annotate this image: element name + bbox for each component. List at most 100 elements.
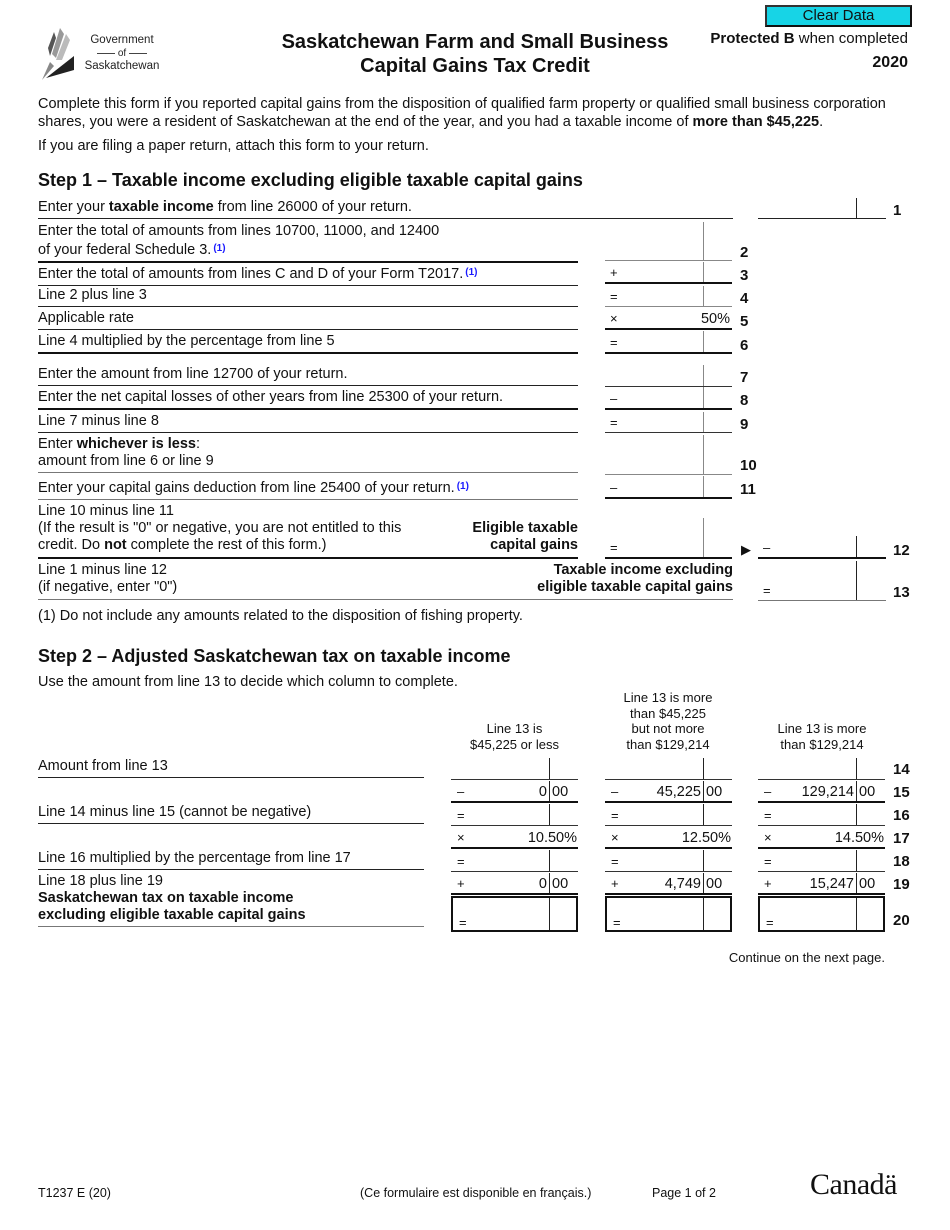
cents-amount: 00	[859, 876, 876, 892]
line9-output: =	[605, 412, 732, 433]
line16-col1-cell: =	[451, 804, 578, 826]
col2-hdr-line: but not more	[631, 721, 705, 736]
cents-amount: 00	[552, 784, 569, 800]
line18-col1-cell: =	[451, 850, 578, 872]
page-number: Page 1 of 2	[652, 1186, 716, 1200]
operator: ×	[611, 830, 619, 845]
clear-data-button[interactable]: Clear Data	[765, 5, 912, 27]
line15-col2-cell: – 45,225 00	[605, 781, 732, 803]
line10-bold: whichever is less	[76, 436, 196, 452]
cents-divider	[703, 804, 704, 825]
line3-text: Enter the total of amounts from lines C …	[38, 266, 464, 282]
line-number-4: 4	[740, 290, 749, 307]
line12-transfer: –	[758, 536, 886, 559]
line14-col2-input[interactable]	[605, 758, 732, 780]
operator: +	[611, 876, 619, 891]
line3-input[interactable]: +	[605, 262, 732, 284]
line2-text1: Enter the total of amounts from lines 10…	[38, 223, 440, 239]
line-number-20: 20	[893, 912, 910, 929]
cents-divider	[856, 873, 857, 893]
government-of-saskatchewan-logo: Government of Saskatchewan	[40, 26, 170, 80]
line2-input[interactable]	[605, 222, 732, 261]
line12-text3-bold: not	[104, 537, 127, 553]
line-number-2: 2	[740, 244, 749, 261]
equals-operator: =	[610, 289, 618, 304]
rate-value: 10.50%	[527, 830, 577, 846]
rate-value: 14.50%	[834, 830, 884, 846]
line17-col3-cell: × 14.50%	[758, 827, 885, 849]
dollar-amount: 0	[538, 876, 547, 892]
line1-input[interactable]	[758, 198, 886, 219]
line16-col3-cell: =	[758, 804, 885, 826]
cents-divider	[549, 850, 550, 871]
eligible-taxable-capital-gains-label: Eligible taxable capital gains	[472, 520, 578, 554]
line19-label: Line 18 plus line 19	[38, 873, 163, 889]
side-label-1: Taxable income excluding	[553, 562, 733, 578]
cents-divider	[703, 898, 704, 930]
line-number-9: 9	[740, 416, 749, 433]
line13-output: =	[758, 561, 886, 601]
line20-col1-cell: =	[451, 896, 578, 932]
side-label-2: capital gains	[490, 537, 578, 553]
tax-year: 2020	[872, 54, 908, 71]
footnote-ref[interactable]: (1)	[465, 267, 477, 278]
line-number-16: 16	[893, 807, 910, 824]
line18-col3-cell: =	[758, 850, 885, 872]
cents-amount: 00	[706, 784, 723, 800]
cents-divider	[549, 898, 550, 930]
line16-col2-cell: =	[605, 804, 732, 826]
cents-divider	[549, 804, 550, 825]
line2-text2: of your federal Schedule 3.	[38, 242, 212, 258]
line5-rate: × 50%	[605, 310, 732, 330]
minus-operator: –	[610, 391, 618, 406]
intro-income-threshold: more than $45,225	[692, 114, 820, 130]
dollar-amount: 15,247	[809, 876, 854, 892]
column-header-3: Line 13 is more than $129,214	[758, 721, 886, 752]
line12-label: Line 10 minus line 11 (If the result is …	[38, 503, 578, 559]
line14-col1-input[interactable]	[451, 758, 578, 780]
operator: –	[457, 784, 465, 799]
cents-divider	[703, 873, 704, 893]
form-title-line1: Saskatchewan Farm and Small Business	[281, 31, 669, 53]
arrow-right-icon: ▶	[741, 542, 751, 557]
cents-amount: 00	[552, 876, 569, 892]
line16-label: Line 14 minus line 15 (cannot be negativ…	[38, 804, 424, 824]
cents-amount: 00	[859, 784, 876, 800]
operator: +	[457, 876, 465, 891]
dollar-amount: 45,225	[656, 784, 701, 800]
line5-label: Applicable rate	[38, 310, 578, 330]
line17-col1-cell: × 10.50%	[451, 827, 578, 849]
operator: =	[613, 915, 621, 930]
line-number-6: 6	[740, 337, 749, 354]
step1-heading: Step 1 – Taxable income excluding eligib…	[38, 170, 583, 190]
minus-operator: –	[610, 480, 618, 495]
column-header-1: Line 13 is $45,225 or less	[451, 721, 578, 752]
intro-paragraph: Complete this form if you reported capit…	[38, 95, 918, 131]
line19-col3-cell: +15,247 00	[758, 873, 885, 895]
canada-wordmark: Canadä	[810, 1168, 897, 1201]
line10-post: :	[195, 436, 201, 452]
operator: =	[764, 854, 772, 869]
line18-label: Line 16 multiplied by the percentage fro…	[38, 850, 424, 870]
operator: =	[766, 915, 774, 930]
applicable-rate-value: 50%	[700, 311, 730, 327]
line11-input[interactable]: –	[605, 476, 732, 499]
col3-hdr-line: Line 13 is more	[777, 721, 867, 736]
protected-b-notice: Protected B when completed	[710, 30, 908, 47]
col1-hdr-line: Line 13 is	[486, 721, 543, 736]
footnote-ref[interactable]: (1)	[457, 481, 469, 492]
logo-line3: Saskatchewan	[84, 60, 160, 72]
line14-col3-input[interactable]	[758, 758, 885, 780]
footnote-ref[interactable]: (1)	[213, 243, 225, 254]
line7-label: Enter the amount from line 12700 of your…	[38, 366, 578, 386]
footnote-1: (1) Do not include any amounts related t…	[38, 608, 523, 624]
line8-input[interactable]: –	[605, 387, 732, 410]
minus-operator: –	[763, 540, 771, 555]
protected-b-label: Protected B	[710, 30, 795, 47]
line7-input[interactable]	[605, 365, 732, 387]
dollar-amount: 4,749	[664, 876, 701, 892]
cents-divider	[703, 758, 704, 779]
line-number-12: 12	[893, 542, 910, 559]
line-number-3: 3	[740, 267, 749, 284]
paper-return-note: If you are filing a paper return, attach…	[38, 138, 429, 154]
